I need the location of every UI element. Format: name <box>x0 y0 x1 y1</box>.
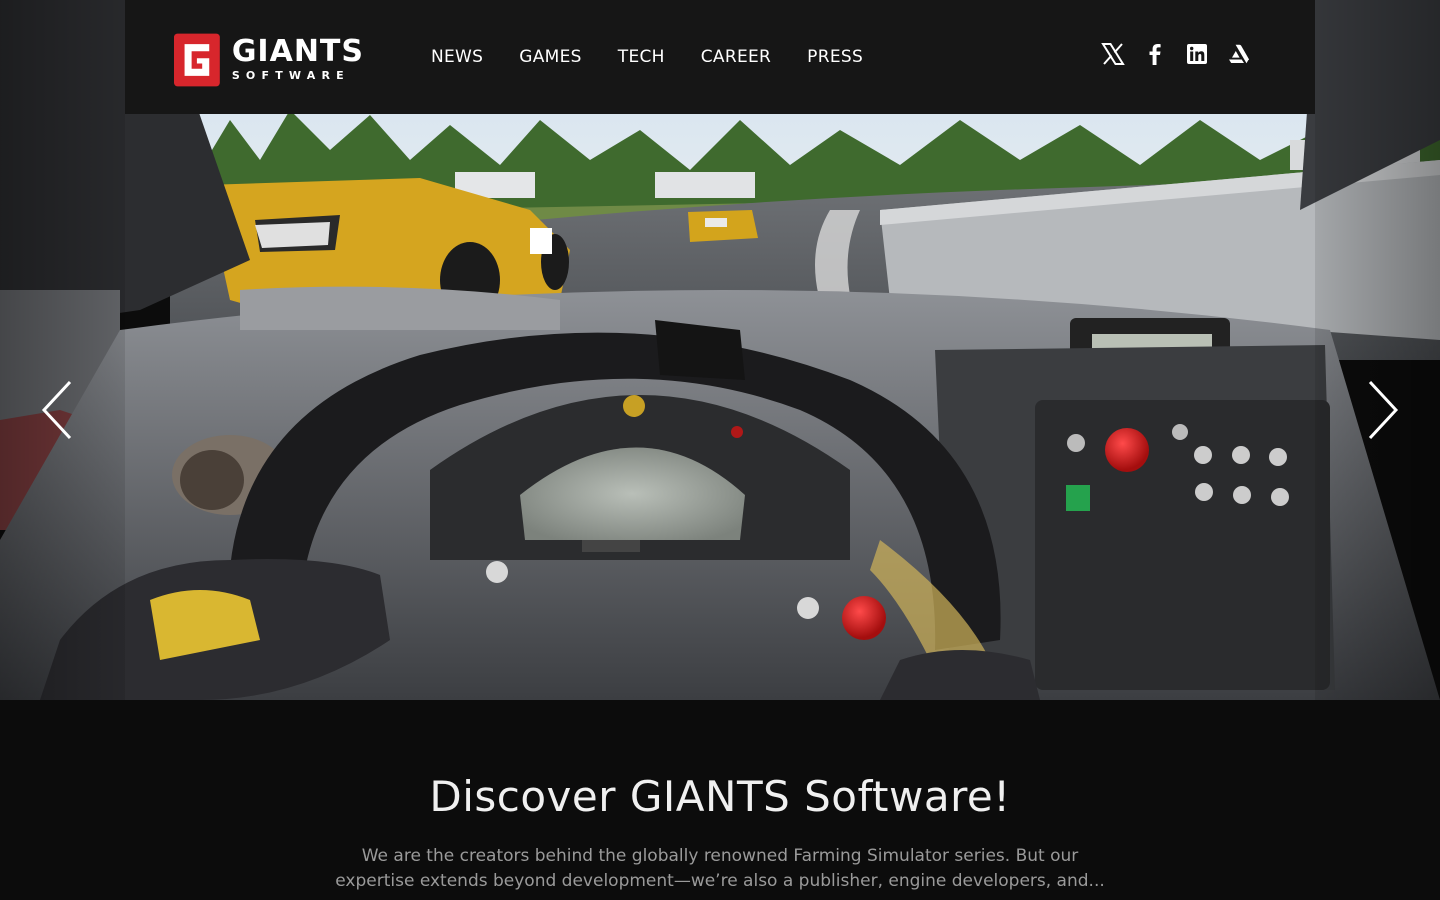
x-icon <box>1101 43 1125 65</box>
linkedin-icon <box>1187 44 1207 64</box>
nav-news[interactable]: NEWS <box>431 47 483 67</box>
nav-press[interactable]: PRESS <box>807 47 863 67</box>
slider-edge-shade-left <box>0 0 125 700</box>
nav-tech[interactable]: TECH <box>618 47 665 67</box>
page: GIANTS SOFTWARE NEWS GAMES TECH CAREER P… <box>0 0 1440 900</box>
nav-games[interactable]: GAMES <box>519 47 582 67</box>
linkedin-link[interactable] <box>1184 40 1210 68</box>
intro-title: Discover GIANTS Software! <box>429 772 1011 821</box>
logo-subtitle: SOFTWARE <box>231 69 350 82</box>
slider-prev-button[interactable] <box>38 378 78 442</box>
giants-logo-icon <box>174 33 220 87</box>
logo-wordmark: GIANTS SOFTWARE <box>232 37 364 83</box>
social-links <box>1100 40 1268 68</box>
x-link[interactable] <box>1100 40 1126 68</box>
facebook-icon <box>1149 44 1161 65</box>
intro-body: We are the creators behind the globally … <box>335 846 1105 891</box>
artstation-link[interactable] <box>1226 40 1252 68</box>
main-nav: NEWS GAMES TECH CAREER PRESS <box>431 0 899 114</box>
site-header: GIANTS SOFTWARE NEWS GAMES TECH CAREER P… <box>125 0 1315 114</box>
slider-edge-shade-right <box>1315 0 1440 700</box>
chevron-right-icon <box>1368 380 1399 440</box>
facebook-link[interactable] <box>1142 40 1168 68</box>
intro-section: Discover GIANTS Software! We are the cre… <box>0 700 1440 900</box>
logo-name: GIANTS <box>231 34 364 69</box>
chevron-left-icon <box>41 380 72 440</box>
artstation-icon <box>1229 44 1249 64</box>
giants-logo-link[interactable]: GIANTS SOFTWARE <box>174 30 364 90</box>
nav-career[interactable]: CAREER <box>701 47 771 67</box>
slider-next-button[interactable] <box>1362 378 1402 442</box>
